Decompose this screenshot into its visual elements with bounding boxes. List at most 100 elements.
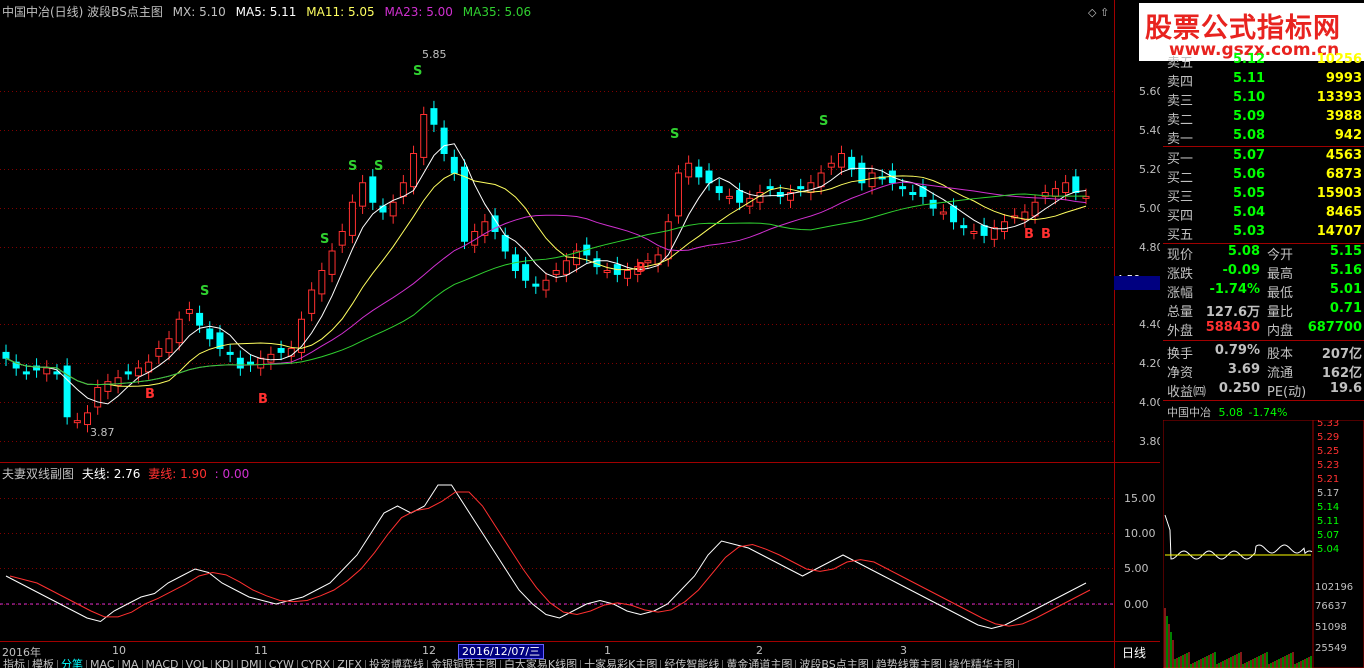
grid-dot <box>1080 324 1081 325</box>
indicator-tab[interactable]: MACD <box>143 659 183 668</box>
grid-dot <box>748 363 749 364</box>
grid-dot <box>316 568 317 569</box>
grid-dot <box>488 533 489 534</box>
grid-dot <box>156 533 157 534</box>
grid-dot <box>196 91 197 92</box>
candle-body <box>817 172 825 188</box>
grid-dot <box>268 568 269 569</box>
grid-dot <box>844 604 845 605</box>
grid-dot <box>244 363 245 364</box>
grid-dot <box>420 533 421 534</box>
grid-dot <box>1060 498 1061 499</box>
grid-dot <box>512 169 513 170</box>
indicator-tab[interactable]: VOL <box>183 659 212 668</box>
grid-dot <box>288 568 289 569</box>
grid-dot <box>404 441 405 442</box>
grid-dot <box>980 324 981 325</box>
stat-label: 流通 <box>1267 366 1294 381</box>
indicator-tab[interactable]: DMI <box>238 659 266 668</box>
quote-row: 卖二 5.09 3988 <box>1163 109 1364 128</box>
grid-dot <box>964 91 965 92</box>
grid-dot <box>400 208 401 209</box>
grid-dot <box>1108 130 1109 131</box>
indicator-tab[interactable]: ZJFX <box>334 659 366 668</box>
indicator-tab[interactable]: MA <box>119 659 143 668</box>
grid-dot <box>168 247 169 248</box>
grid-dot <box>332 169 333 170</box>
indicator-tab[interactable]: 操作精华主图 <box>946 659 1019 668</box>
grid-dot <box>152 324 153 325</box>
grid-dot <box>460 169 461 170</box>
grid-dot <box>920 363 921 364</box>
grid-dot <box>144 91 145 92</box>
indicator-tab[interactable]: 白大家易K线图 <box>501 659 582 668</box>
indicator-tab[interactable]: 分笔 <box>58 659 87 668</box>
indicator-tab[interactable]: MAC <box>87 659 119 668</box>
grid-dot <box>408 169 409 170</box>
grid-dot <box>932 91 933 92</box>
candle-body <box>624 270 632 279</box>
grid-dot <box>928 533 929 534</box>
stat-value: -1.74% <box>1209 282 1261 297</box>
grid-dot <box>372 402 373 403</box>
grid-dot <box>692 498 693 499</box>
grid-dot <box>172 363 173 364</box>
grid-dot <box>364 568 365 569</box>
grid-dot <box>84 441 85 442</box>
grid-dot <box>948 130 949 131</box>
indicator-tab[interactable]: CYW <box>266 659 298 668</box>
grid-dot <box>296 533 297 534</box>
indicator-tab[interactable]: 经传智能线 <box>661 659 724 668</box>
grid-dot <box>356 91 357 92</box>
grid-dot <box>1020 402 1021 403</box>
grid-dot <box>1072 568 1073 569</box>
grid-dot <box>892 130 893 131</box>
grid-dot <box>992 441 993 442</box>
indicator-tab[interactable]: 投资博弈线 <box>366 659 428 668</box>
grid-dot <box>516 498 517 499</box>
grid-dot <box>160 568 161 569</box>
grid-dot <box>676 498 677 499</box>
indicator-tab[interactable]: KDJ <box>212 659 238 668</box>
diamond-icon[interactable]: ◇ <box>1088 6 1097 19</box>
indicator-tab[interactable]: 金银铜铁主图 <box>428 659 501 668</box>
grid-dot <box>224 130 225 131</box>
grid-dot <box>100 568 101 569</box>
up-arrow-icon[interactable]: ⇧ <box>1100 6 1109 19</box>
indicator-tab[interactable]: CYRX <box>298 659 335 668</box>
grid-dot <box>136 91 137 92</box>
grid-dot <box>92 568 93 569</box>
grid-dot <box>560 247 561 248</box>
grid-dot <box>248 208 249 209</box>
grid-dot <box>560 363 561 364</box>
indicator-tab[interactable]: 模板 <box>29 659 58 668</box>
grid-dot <box>1032 169 1033 170</box>
grid-dot <box>832 402 833 403</box>
grid-dot <box>1096 604 1097 605</box>
grid-dot <box>216 130 217 131</box>
indicator-tab[interactable]: 十家易彩K主图 <box>581 659 662 668</box>
grid-dot <box>952 402 953 403</box>
grid-dot <box>760 498 761 499</box>
grid-dot <box>268 208 269 209</box>
grid-dot <box>616 568 617 569</box>
intraday-chart[interactable]: 5.335.295.255.235.215.175.145.115.075.04… <box>1163 420 1364 668</box>
grid-dot <box>996 91 997 92</box>
grid-dot <box>1024 247 1025 248</box>
grid-dot <box>1028 363 1029 364</box>
indicator-tab[interactable]: 波段BS点主图 <box>796 659 873 668</box>
indicator-tab[interactable]: 趋势线策主图 <box>873 659 946 668</box>
indicator-tab[interactable]: 指标 <box>0 659 29 668</box>
grid-dot <box>204 169 205 170</box>
grid-dot <box>324 208 325 209</box>
grid-dot <box>932 568 933 569</box>
grid-dot <box>552 568 553 569</box>
grid-dot <box>492 208 493 209</box>
kline-chart[interactable]: SSSSSSSBBBBB5.853.87 5.605.405.205.004.8… <box>0 0 1160 668</box>
grid-dot <box>236 169 237 170</box>
grid-dot <box>364 247 365 248</box>
grid-dot <box>1064 130 1065 131</box>
grid-dot <box>1036 324 1037 325</box>
indicator-tab[interactable]: 黄金通道主图 <box>723 659 797 668</box>
grid-dot <box>124 208 125 209</box>
